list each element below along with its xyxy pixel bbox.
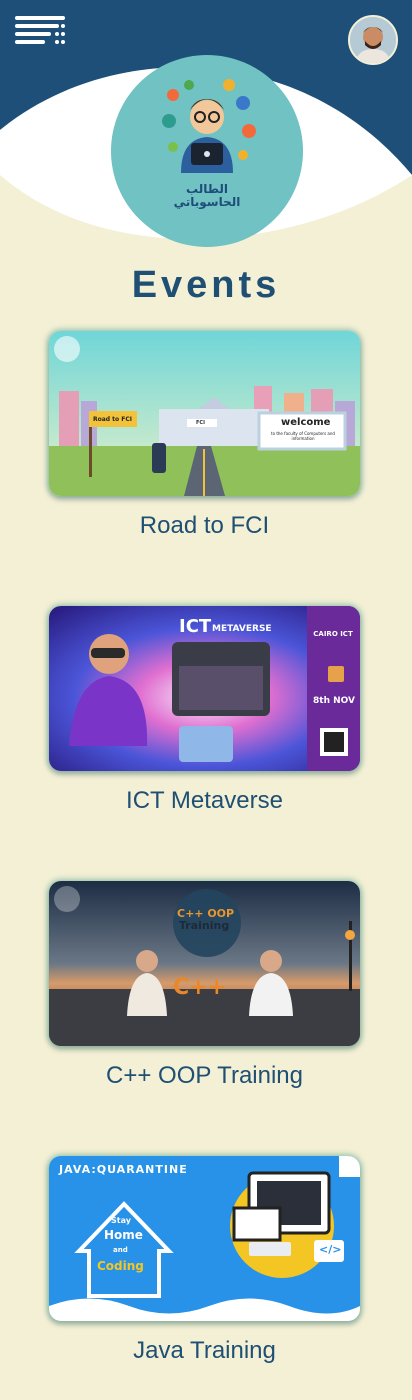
app-header: الطالب الحاسوباتي — [0, 0, 412, 260]
and-text: and — [113, 1246, 128, 1254]
app-logo: الطالب الحاسوباتي — [111, 55, 303, 247]
stay-text: Stay — [111, 1216, 131, 1225]
page-title: Events — [131, 264, 281, 306]
logo-caption-line2: الحاسوباتي — [173, 195, 241, 209]
event-item: JAVA:QUARANTINE Stay Home and Coding </>… — [49, 1156, 360, 1365]
coding-text: Coding — [97, 1259, 144, 1273]
event-date: 8th NOV — [313, 696, 356, 706]
logo-caption: الطالب الحاسوباتي — [111, 183, 303, 209]
home-text: Home — [104, 1228, 143, 1242]
event-item: ICT METAVERSE CAIRO ICT 8th NOV ICT Meta… — [49, 606, 360, 815]
event-card-cpp-oop-training[interactable]: C++ OOP Training C++ — [49, 881, 360, 1046]
building-label: FCI — [196, 420, 205, 426]
user-avatar[interactable] — [348, 15, 398, 65]
event-title[interactable]: Road to FCI — [49, 512, 360, 540]
side-brand: CAIRO ICT — [313, 630, 353, 638]
event-title[interactable]: Java Training — [49, 1337, 360, 1365]
event-title[interactable]: C++ OOP Training — [49, 1062, 360, 1090]
java-banner: JAVA:QUARANTINE — [59, 1163, 188, 1176]
sign-text: Road to FCI — [93, 416, 132, 423]
event-item: C++ OOP Training C++ C++ OOP Training — [49, 881, 360, 1090]
student-mascot-icon — [162, 79, 256, 173]
event-item: Road to FCI FCI welcome to the faculty o… — [49, 331, 360, 540]
billboard-title: welcome — [281, 417, 331, 428]
event-title[interactable]: ICT Metaverse — [49, 787, 360, 815]
code-tag-icon: </> — [319, 1243, 342, 1256]
banner-text: ICT — [179, 616, 212, 637]
event-card-ict-metaverse[interactable]: ICT METAVERSE CAIRO ICT 8th NOV — [49, 606, 360, 771]
big-cpp-text: C++ — [173, 975, 227, 1000]
event-image — [49, 331, 360, 496]
banner-subtext: METAVERSE — [212, 624, 272, 634]
event-image — [49, 1156, 360, 1321]
event-card-road-to-fci[interactable]: Road to FCI FCI welcome to the faculty o… — [49, 331, 360, 496]
avatar-image — [350, 17, 396, 63]
menu-icon — [15, 16, 65, 44]
badge-line2: Training — [179, 919, 230, 932]
event-card-java-training[interactable]: JAVA:QUARANTINE Stay Home and Coding </> — [49, 1156, 360, 1321]
event-image — [49, 881, 360, 1046]
menu-button[interactable] — [15, 16, 67, 44]
billboard-subtitle: to the faculty of Computers and informat… — [271, 431, 335, 441]
